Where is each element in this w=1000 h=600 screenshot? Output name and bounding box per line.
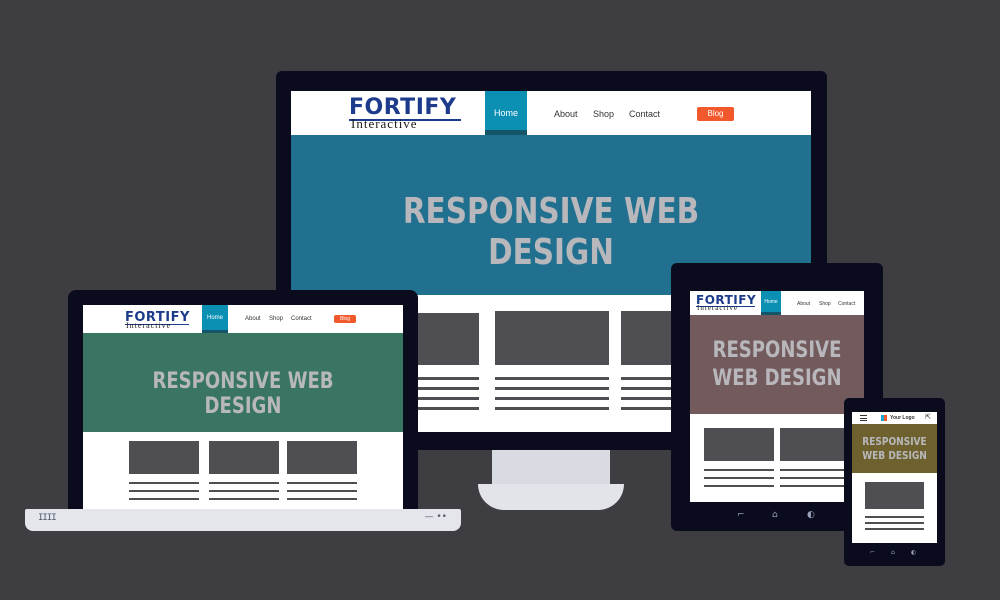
- laptop-indicator-icon: — ••: [424, 512, 447, 522]
- tablet-text-line: [704, 469, 774, 471]
- laptop-text-line: [129, 482, 199, 484]
- tablet-back-icon[interactable]: ⌐: [737, 511, 745, 520]
- laptop-blog-button[interactable]: Blog: [334, 315, 356, 323]
- tablet-hero: RESPONSIVE WEB DESIGN: [690, 315, 864, 414]
- desktop-card-image: [417, 313, 479, 365]
- laptop-nav-home[interactable]: Home: [202, 305, 228, 333]
- desktop-text-line: [495, 407, 609, 410]
- phone-hero-title-line2: WEB DESIGN: [862, 449, 927, 462]
- laptop-nav-contact[interactable]: Contact: [291, 316, 312, 322]
- desktop-navbar: FORTIFY Interactive Home About Shop Cont…: [291, 91, 811, 135]
- laptop-navbar: FORTIFY Interactive Home About Shop Cont…: [83, 305, 403, 333]
- desktop-text-line: [495, 397, 609, 400]
- laptop-text-line: [287, 482, 357, 484]
- tablet-hero-title-line2: WEB DESIGN: [712, 366, 842, 391]
- desktop-nav-contact[interactable]: Contact: [629, 109, 660, 119]
- desktop-logo-subtitle: Interactive: [351, 116, 418, 131]
- desktop-text-line: [495, 377, 609, 380]
- phone-card-image: [865, 482, 924, 509]
- home-label: Home: [493, 108, 518, 118]
- phone-recent-icon[interactable]: ◐: [911, 550, 916, 556]
- tablet-text-line: [704, 477, 774, 479]
- laptop-text-line: [129, 498, 199, 500]
- tablet-card-image: [704, 428, 774, 461]
- phone-hero: RESPONSIVE WEB DESIGN: [852, 424, 937, 473]
- laptop-base: IIII — ••: [25, 509, 461, 531]
- monitor-stand-base: [478, 484, 624, 510]
- laptop-nav-shop[interactable]: Shop: [269, 316, 283, 322]
- laptop-card-image: [129, 441, 199, 474]
- desktop-text-line: [417, 407, 479, 410]
- laptop-text-line: [287, 490, 357, 492]
- tablet-screen: FORTIFY Interactive Home About Shop Cont…: [690, 291, 864, 502]
- desktop-text-line: [417, 387, 479, 390]
- laptop-lid: FORTIFY Interactive Home About Shop Cont…: [68, 290, 418, 515]
- tablet-hero-title-line1: RESPONSIVE: [712, 338, 842, 363]
- desktop-nav-shop[interactable]: Shop: [593, 109, 614, 119]
- desktop-nav-home[interactable]: Home: [485, 91, 527, 135]
- tablet-recent-icon[interactable]: ◐: [807, 511, 815, 520]
- laptop-screen: FORTIFY Interactive Home About Shop Cont…: [83, 305, 403, 515]
- phone-logo-text: Your Logo: [890, 415, 915, 421]
- laptop-vent-icon: IIII: [38, 513, 57, 523]
- laptop-text-line: [209, 482, 279, 484]
- laptop-card-image: [209, 441, 279, 474]
- laptop-text-line: [129, 490, 199, 492]
- laptop-nav-about[interactable]: About: [245, 316, 261, 322]
- laptop-text-line: [209, 490, 279, 492]
- tablet-navbar: FORTIFY Interactive Home About Shop Cont…: [690, 291, 864, 315]
- desktop-card-image: [495, 311, 609, 365]
- desktop-text-line: [495, 387, 609, 390]
- laptop-hero: RESPONSIVE WEB DESIGN: [83, 333, 403, 432]
- desktop-nav-about[interactable]: About: [554, 109, 578, 119]
- phone: Your Logo ⇱ RESPONSIVE WEB DESIGN ⌐ ⌂ ◐: [844, 398, 945, 566]
- tablet-logo-subtitle: Interactive: [697, 304, 738, 312]
- phone-home-icon[interactable]: ⌂: [891, 550, 895, 556]
- home-label: Home: [206, 315, 223, 321]
- tablet-nav-contact[interactable]: Contact: [838, 301, 855, 307]
- phone-text-line: [865, 516, 924, 518]
- phone-hero-title-line1: RESPONSIVE: [862, 435, 927, 448]
- phone-navbar: Your Logo ⇱: [852, 412, 937, 424]
- share-icon[interactable]: ⇱: [925, 414, 931, 421]
- hamburger-menu-icon[interactable]: [860, 415, 867, 421]
- tablet-nav-home[interactable]: Home: [761, 291, 781, 315]
- tablet-home-icon[interactable]: ⌂: [772, 511, 778, 520]
- desktop-blog-button[interactable]: Blog: [697, 107, 734, 121]
- laptop-text-line: [209, 498, 279, 500]
- phone-text-line: [865, 522, 924, 524]
- laptop-logo-subtitle: Interactive: [126, 321, 172, 330]
- tablet-text-line: [704, 485, 774, 487]
- phone-logo-icon[interactable]: [881, 415, 887, 421]
- phone-screen: Your Logo ⇱ RESPONSIVE WEB DESIGN: [852, 412, 937, 543]
- laptop-hero-title: RESPONSIVE WEB DESIGN: [152, 369, 334, 419]
- laptop-card-image: [287, 441, 357, 474]
- tablet-nav-about[interactable]: About: [797, 301, 810, 307]
- phone-back-icon[interactable]: ⌐: [870, 550, 875, 556]
- desktop-hero-title: RESPONSIVE WEB DESIGN: [402, 191, 700, 273]
- laptop-text-line: [287, 498, 357, 500]
- desktop-text-line: [417, 397, 479, 400]
- tablet-nav-shop[interactable]: Shop: [819, 301, 831, 307]
- desktop-text-line: [417, 377, 479, 380]
- home-label: Home: [764, 299, 778, 305]
- phone-text-line: [865, 528, 924, 530]
